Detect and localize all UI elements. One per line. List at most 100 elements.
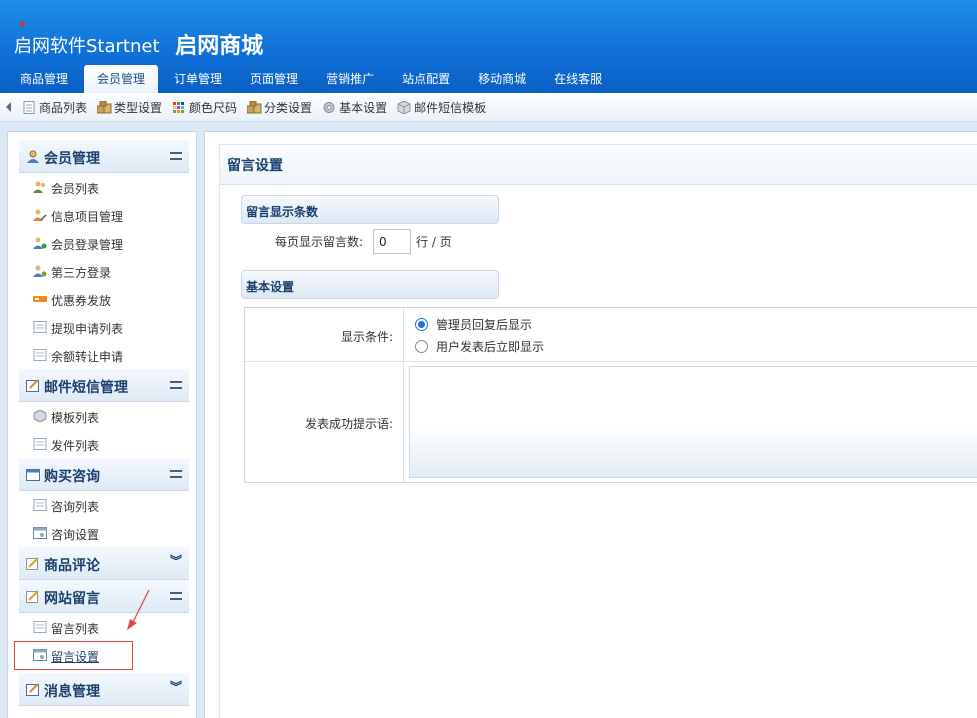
subnav-label: 类型设置 xyxy=(114,101,163,115)
sidebar-item-coupon-issue[interactable]: 优惠券发放 xyxy=(19,285,189,313)
radio-unchecked-icon[interactable] xyxy=(415,340,428,353)
coupon-icon xyxy=(33,296,47,302)
sidebar-group-notifications[interactable]: 消息管理 ︾ xyxy=(19,673,189,706)
subnav-mail-sms-templates[interactable]: 邮件短信模板 xyxy=(397,99,486,116)
sidebar-item-label: 发件列表 xyxy=(51,439,100,453)
window-settings-icon xyxy=(33,527,47,539)
boxes-icon xyxy=(247,101,262,114)
sidebar-item-label: 优惠券发放 xyxy=(51,294,112,308)
section-title: 基本设置 xyxy=(246,280,295,294)
pencil-note-icon xyxy=(26,557,39,570)
sidebar-item-balance-transfer[interactable]: 余额转让申请 xyxy=(19,341,189,369)
sidebar-group-title: 消息管理 xyxy=(44,684,100,700)
subnav-label: 颜色尺码 xyxy=(189,101,238,115)
document-icon xyxy=(33,349,47,361)
sidebar-group-site-messages[interactable]: 网站留言 xyxy=(19,580,189,613)
tab-pages[interactable]: 页面管理 xyxy=(238,65,310,93)
collapse-icon[interactable] xyxy=(170,592,182,600)
main-panel: 留言设置 留言显示条数 每页显示留言数: 行 / 页 基本设置 显示条件: 管理… xyxy=(204,131,977,718)
sidebar-item-member-list[interactable]: 会员列表 xyxy=(19,173,189,201)
radio-immediate-display[interactable]: 用户发表后立即显示 xyxy=(415,338,544,355)
sidebar-group-title: 会员管理 xyxy=(44,151,100,167)
per-page-input[interactable] xyxy=(373,229,412,254)
edit-box-icon xyxy=(26,683,39,696)
site-name: 启网商城 xyxy=(175,34,264,59)
per-page-unit: 行 / 页 xyxy=(416,235,452,249)
radio-label: 管理员回复后显示 xyxy=(436,318,533,332)
user-login-icon xyxy=(33,237,47,249)
display-condition-row: 显示条件: 管理员回复后显示 用户发表后立即显示 xyxy=(245,308,977,362)
success-tip-label: 发表成功提示语: xyxy=(304,417,393,431)
brand-name: 启网软件Startnet xyxy=(14,36,160,57)
logo: ★ 启网软件Startnet 启网商城 xyxy=(14,20,264,60)
window-icon xyxy=(26,469,40,481)
sidebar-group-purchase-inquiry[interactable]: 购买咨询 xyxy=(19,458,189,491)
cube-icon xyxy=(33,410,47,422)
users-icon xyxy=(33,181,45,193)
sidebar-group-title: 邮件短信管理 xyxy=(44,380,128,396)
tab-online-service[interactable]: 在线客服 xyxy=(542,65,614,93)
tab-goods[interactable]: 商品管理 xyxy=(8,65,80,93)
edit-box-icon xyxy=(26,379,39,392)
sidebar-item-message-list[interactable]: 留言列表 xyxy=(19,613,189,641)
color-grid-icon xyxy=(173,102,185,113)
sidebar-group-mail-sms[interactable]: 邮件短信管理 xyxy=(19,369,189,402)
success-tip-textarea[interactable] xyxy=(409,366,977,478)
collapse-icon[interactable] xyxy=(170,152,182,160)
sidebar-item-label: 提现申请列表 xyxy=(51,322,124,336)
document-icon xyxy=(33,321,47,333)
subnav-color-size[interactable]: 颜色尺码 xyxy=(172,99,237,116)
expand-icon[interactable]: ︾ xyxy=(170,555,182,567)
sidebar-item-label: 留言设置 xyxy=(51,650,100,664)
subnav-label: 基本设置 xyxy=(339,101,388,115)
sidebar-item-inquiry-settings[interactable]: 咨询设置 xyxy=(19,519,189,547)
logo-star-icon: ★ xyxy=(18,19,27,30)
tab-members[interactable]: 会员管理 xyxy=(84,65,159,93)
sidebar-item-member-login[interactable]: 会员登录管理 xyxy=(19,229,189,257)
document-icon xyxy=(33,621,47,633)
sidebar-group-product-reviews[interactable]: 商品评论 ︾ xyxy=(19,547,189,580)
radio-checked-icon[interactable] xyxy=(415,318,428,331)
subnav-goods-list[interactable]: 商品列表 xyxy=(22,99,87,116)
page-title-bar: 留言设置 xyxy=(219,144,977,185)
expand-icon[interactable]: ︾ xyxy=(170,681,182,693)
gear-icon xyxy=(323,102,335,113)
section-basic-settings: 基本设置 xyxy=(241,270,499,299)
sidebar-item-label: 会员列表 xyxy=(51,182,100,196)
settings-content: 留言显示条数 每页显示留言数: 行 / 页 基本设置 显示条件: 管理员回复后显… xyxy=(219,185,977,718)
settings-table: 显示条件: 管理员回复后显示 用户发表后立即显示 发表成功提示语: xyxy=(244,307,977,483)
sidebar-item-info-fields[interactable]: 信息项目管理 xyxy=(19,201,189,229)
subnav-type-settings[interactable]: 类型设置 xyxy=(97,99,162,116)
subnav-label: 邮件短信模板 xyxy=(414,101,487,115)
tab-site-config[interactable]: 站点配置 xyxy=(390,65,462,93)
sidebar-item-withdraw-list[interactable]: 提现申请列表 xyxy=(19,313,189,341)
sidebar-item-label: 余额转让申请 xyxy=(51,350,124,364)
sidebar-item-message-settings[interactable]: 留言设置 xyxy=(19,641,189,669)
user-icon xyxy=(27,150,39,163)
collapse-icon[interactable] xyxy=(170,470,182,478)
sidebar-item-third-party-login[interactable]: 第三方登录 xyxy=(19,257,189,285)
per-page-row: 每页显示留言数: 行 / 页 xyxy=(275,229,452,254)
window-settings-icon xyxy=(33,649,47,661)
sidebar-group-title: 网站留言 xyxy=(44,591,100,607)
subnav-basic-settings[interactable]: 基本设置 xyxy=(322,99,387,116)
tab-orders[interactable]: 订单管理 xyxy=(162,65,234,93)
radio-label: 用户发表后立即显示 xyxy=(436,340,545,354)
sidebar-group-members[interactable]: 会员管理 xyxy=(19,140,189,173)
tab-mobile-store[interactable]: 移动商城 xyxy=(466,65,538,93)
sidebar-item-label: 咨询设置 xyxy=(51,528,100,542)
document-icon xyxy=(33,499,47,511)
sidebar-item-send-list[interactable]: 发件列表 xyxy=(19,430,189,458)
left-sidebar: 会员管理 会员列表 信息项目管理 会员登录管理 第三方登录 优惠券发放 提现申请… xyxy=(7,131,197,718)
sidebar-item-template-list[interactable]: 模板列表 xyxy=(19,402,189,430)
sidebar-item-label: 模板列表 xyxy=(51,411,100,425)
back-arrow-icon[interactable] xyxy=(6,102,11,112)
page-title: 留言设置 xyxy=(227,158,283,174)
sidebar-item-inquiry-list[interactable]: 咨询列表 xyxy=(19,491,189,519)
sidebar-item-label: 信息项目管理 xyxy=(51,210,124,224)
user-link-icon xyxy=(33,265,47,277)
radio-admin-reply-display[interactable]: 管理员回复后显示 xyxy=(415,316,532,333)
tab-marketing[interactable]: 营销推广 xyxy=(314,65,386,93)
subnav-category-settings[interactable]: 分类设置 xyxy=(247,99,312,116)
collapse-icon[interactable] xyxy=(170,381,182,389)
